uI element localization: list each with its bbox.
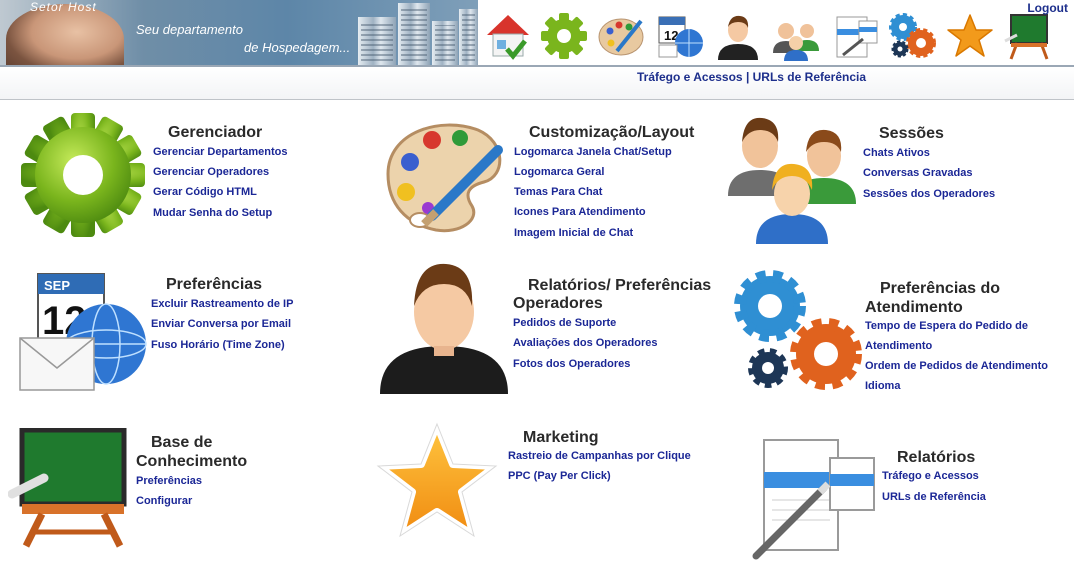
link-rastreio-campanhas[interactable]: Rastreio de Campanhas por Clique [508,450,691,462]
report-icon[interactable] [828,10,880,62]
link-tempo-espera-cont[interactable]: Atendimento [865,340,932,352]
building-graphic [358,17,396,65]
link-temas-para-chat[interactable]: Temas Para Chat [514,186,602,198]
link-avaliacoes-operadores[interactable]: Avaliações dos Operadores [513,337,658,349]
section-title-relatorios-operadores: Relatórios/ Preferências [528,277,712,294]
link-pedidos-suporte[interactable]: Pedidos de Suporte [513,317,616,329]
link-enviar-conversa-email[interactable]: Enviar Conversa por Email [151,318,291,330]
gears-icon[interactable] [886,10,938,62]
slogan-line2: de Hospedagem... [244,40,351,55]
link-mudar-senha[interactable]: Mudar Senha do Setup [153,207,272,219]
section-title-pref-atendimento-line2: Atendimento [865,299,963,316]
operator-icon[interactable] [378,262,510,399]
header-banner: Setor Host Seu departamento de Hospedage… [0,0,478,65]
referrer-urls-link[interactable]: URLs de Referência [753,70,866,84]
link-excluir-rastreamento-ip[interactable]: Excluir Rastreamento de IP [151,298,293,310]
chalkboard-icon[interactable] [7,427,132,553]
link-conversas-gravadas[interactable]: Conversas Gravadas [863,167,972,179]
link-trafego-acessos[interactable]: Tráfego e Acessos [882,470,979,482]
palette-icon[interactable] [380,112,510,247]
separator: | [742,70,753,84]
users-icon[interactable] [770,10,822,62]
link-logomarca-geral[interactable]: Logomarca Geral [514,166,604,178]
section-title-marketing: Marketing [523,429,599,446]
building-graphic [459,9,478,65]
gear-icon[interactable] [18,110,148,245]
section-title-customizacao: Customização/Layout [529,124,695,141]
calendar-globe-icon[interactable]: SEP 12 [16,266,148,399]
link-gerenciar-operadores[interactable]: Gerenciar Operadores [153,166,269,178]
calendar-month: SEP [44,278,70,293]
link-base-configurar[interactable]: Configurar [136,495,192,507]
gear-icon[interactable] [538,10,590,62]
link-sessoes-operadores[interactable]: Sessões dos Operadores [863,188,995,200]
link-ppc[interactable]: PPC (Pay Per Click) [508,470,611,482]
link-base-preferencias[interactable]: Preferências [136,475,202,487]
link-fotos-operadores[interactable]: Fotos dos Operadores [513,358,630,370]
section-title-base-conhecimento-line2: Conhecimento [136,453,248,470]
link-icones-atendimento[interactable]: Icones Para Atendimento [514,206,646,218]
section-title-relatorios: Relatórios [897,449,976,466]
calendar-globe-icon[interactable]: 12 [654,10,706,62]
link-gerar-codigo-html[interactable]: Gerar Código HTML [153,186,257,198]
slogan-line1: Seu departamento [136,22,243,37]
logout-link[interactable]: Logout [1027,1,1068,15]
building-graphic [398,3,430,65]
section-title-sessoes: Sessões [879,125,944,142]
building-graphic [432,21,458,65]
report-icon[interactable] [750,438,878,565]
gears-icon[interactable] [730,266,864,399]
star-icon[interactable] [372,420,502,549]
section-title-pref-atendimento: Preferências do [880,280,1001,297]
link-fuso-horario[interactable]: Fuso Horário (Time Zone) [151,339,285,351]
link-idioma[interactable]: Idioma [865,380,900,392]
home-check-icon[interactable] [482,10,534,62]
palette-icon[interactable] [596,10,648,62]
brand-logo: Setor Host [30,0,97,14]
report-subnav: Tráfego e Acessos | URLs de Referência [0,67,1074,100]
top-toolbar: 12 Logout [478,0,1074,65]
link-logomarca-janela-chat[interactable]: Logomarca Janela Chat/Setup [514,146,672,158]
chalkboard-icon[interactable] [1002,10,1054,62]
users-icon[interactable] [728,110,862,249]
section-title-preferencias: Preferências [166,276,263,293]
traffic-link[interactable]: Tráfego e Acessos [637,70,743,84]
link-gerenciar-departamentos[interactable]: Gerenciar Departamentos [153,146,288,158]
link-imagem-inicial-chat[interactable]: Imagem Inicial de Chat [514,227,633,239]
section-title-gerenciador: Gerenciador [168,124,263,141]
link-tempo-espera[interactable]: Tempo de Espera do Pedido de [865,320,1028,332]
star-icon[interactable] [944,10,996,62]
section-title-relatorios-operadores-line2: Operadores [513,295,603,312]
section-title-base-conhecimento: Base de [151,434,213,451]
link-ordem-pedidos[interactable]: Ordem de Pedidos de Atendimento [865,360,1048,372]
link-urls-referencia[interactable]: URLs de Referência [882,491,986,503]
operator-icon[interactable] [712,10,764,62]
link-chats-ativos[interactable]: Chats Ativos [863,147,930,159]
